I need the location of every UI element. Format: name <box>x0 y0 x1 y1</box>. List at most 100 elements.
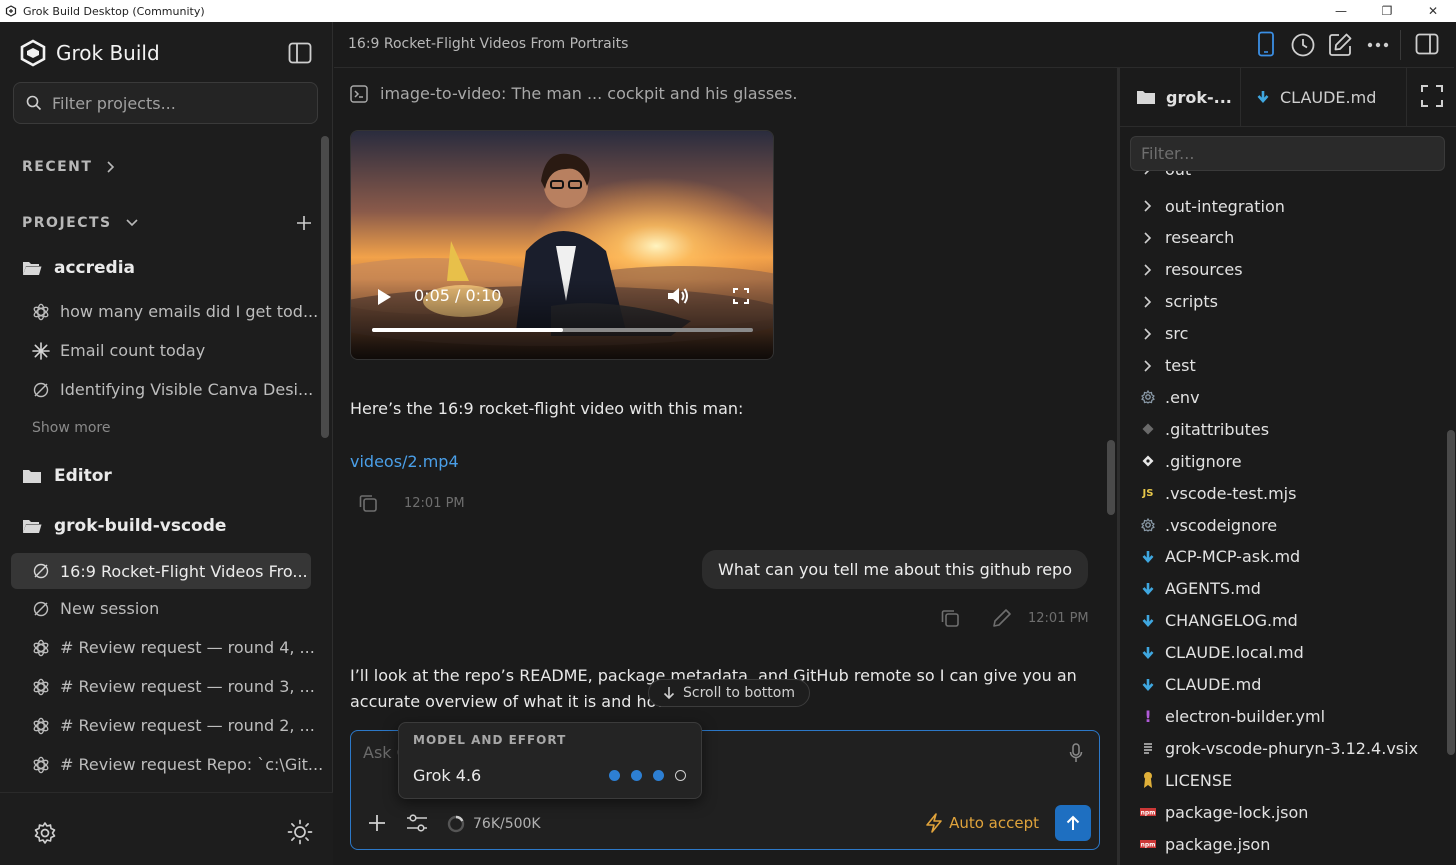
tree-file[interactable]: LICENSE <box>1138 766 1232 794</box>
tree-folder[interactable]: out-integration <box>1138 192 1285 220</box>
tree-file[interactable]: AGENTS.md <box>1138 575 1261 603</box>
play-icon[interactable] <box>376 288 392 306</box>
expand-panel-button[interactable] <box>1421 85 1443 107</box>
user-message-meta: 12:01 PM <box>940 608 1089 628</box>
effort-dot[interactable] <box>653 770 664 781</box>
tree-file[interactable]: .gitignore <box>1138 447 1242 475</box>
tree-file[interactable]: CHANGELOG.md <box>1138 607 1298 635</box>
grok-logo-icon <box>5 5 17 17</box>
video-progress-track[interactable] <box>372 328 753 332</box>
projects-section[interactable]: PROJECTS <box>22 215 138 231</box>
tree-folder[interactable]: resources <box>1138 256 1243 284</box>
session-item-active[interactable]: 16:9 Rocket-Flight Videos Fro... <box>11 553 311 589</box>
effort-dot[interactable] <box>631 770 642 781</box>
project-filter-input[interactable]: Filter projects... <box>13 82 318 124</box>
tab-claude-md[interactable]: CLAUDE.md <box>1256 68 1376 126</box>
project-name: grok-build-vscode <box>54 516 227 536</box>
mic-icon[interactable] <box>1069 743 1083 763</box>
minimize-button[interactable]: — <box>1318 0 1364 22</box>
copy-icon[interactable] <box>358 493 378 513</box>
project-grok-build-vscode[interactable]: grok-build-vscode <box>22 516 226 536</box>
sliders-icon[interactable] <box>406 813 428 833</box>
tree-file[interactable]: npm package-lock.json <box>1138 798 1308 826</box>
chevron-right-icon <box>1138 324 1158 344</box>
maximize-button[interactable]: ❐ <box>1364 0 1410 22</box>
scroll-to-bottom-button[interactable]: Scroll to bottom <box>648 679 810 707</box>
tab-label: CLAUDE.md <box>1280 87 1377 107</box>
new-chat-button[interactable] <box>1327 32 1353 58</box>
copy-icon[interactable] <box>940 608 960 628</box>
terminal-icon <box>350 84 368 103</box>
fullscreen-icon[interactable] <box>733 288 749 304</box>
chat-scrollbar[interactable] <box>1107 440 1115 515</box>
auto-accept-toggle[interactable]: Auto accept <box>925 813 1039 833</box>
effort-dot[interactable] <box>675 770 686 781</box>
add-project-button[interactable] <box>296 215 312 231</box>
tree-file[interactable]: .vscodeignore <box>1138 511 1277 539</box>
settings-button[interactable] <box>33 821 57 845</box>
session-item[interactable]: Identifying Visible Canva Desi... <box>32 380 313 399</box>
tree-folder[interactable]: research <box>1138 224 1234 252</box>
gear-icon <box>33 821 57 845</box>
tree-file[interactable]: .gitattributes <box>1138 415 1269 443</box>
project-accredia[interactable]: accredia <box>22 258 135 278</box>
session-icon <box>32 381 50 399</box>
grok-logo-icon <box>20 39 46 67</box>
effort-dot[interactable] <box>609 770 620 781</box>
video-player[interactable]: 0:05 / 0:10 <box>350 130 774 360</box>
sidebar-scrollbar[interactable] <box>321 136 329 438</box>
file-lines-icon <box>1138 738 1158 758</box>
context-ring-icon <box>447 815 465 833</box>
chevron-right-icon <box>106 161 116 173</box>
tree-file[interactable]: ! electron-builder.yml <box>1138 702 1325 730</box>
recent-section[interactable]: RECENT <box>22 159 116 175</box>
session-item[interactable]: # Review request — round 4, ... <box>32 638 315 657</box>
tree-file[interactable]: grok-vscode-phuryn-3.12.4.vsix <box>1138 734 1418 762</box>
search-icon <box>26 95 42 111</box>
tree-folder[interactable]: scripts <box>1138 288 1218 316</box>
mobile-view-button[interactable] <box>1257 31 1275 57</box>
video-progress-fill <box>372 328 563 332</box>
video-file-link[interactable]: videos/2.mp4 <box>350 452 459 471</box>
tree-file[interactable]: CLAUDE.md <box>1138 671 1261 699</box>
pencil-icon[interactable] <box>992 608 1012 628</box>
file-filter-input[interactable]: Filter... <box>1130 136 1445 171</box>
session-item[interactable]: Email count today <box>32 341 205 360</box>
theme-toggle-button[interactable] <box>287 819 313 845</box>
show-more-link[interactable]: Show more <box>32 420 111 436</box>
model-name[interactable]: Grok 4.6 <box>413 766 481 785</box>
sidebar: Grok Build Filter projects... RECENT PRO… <box>0 22 333 865</box>
tool-call-line: image-to-video: The man ... cockpit and … <box>350 84 797 103</box>
session-item[interactable]: how many emails did I get tod... <box>32 302 318 321</box>
volume-icon[interactable] <box>667 286 689 306</box>
project-editor[interactable]: Editor <box>22 466 112 486</box>
tree-file[interactable]: ACP-MCP-ask.md <box>1138 543 1300 571</box>
sidebar-toggle-icon[interactable] <box>288 42 312 64</box>
history-button[interactable] <box>1290 32 1316 58</box>
session-item[interactable]: # Review request — round 3, ... <box>32 677 315 696</box>
toggle-right-panel-button[interactable] <box>1415 33 1439 55</box>
openai-icon <box>32 717 50 735</box>
close-button[interactable]: ✕ <box>1410 0 1456 22</box>
header-divider <box>1400 30 1401 60</box>
session-item[interactable]: New session <box>32 599 159 618</box>
session-item[interactable]: # Review request — round 2, ... <box>32 716 315 735</box>
tree-file[interactable]: .env <box>1138 383 1200 411</box>
tree-file[interactable]: CLAUDE.local.md <box>1138 639 1304 667</box>
folder-open-icon <box>22 518 42 534</box>
send-button[interactable] <box>1055 805 1091 841</box>
tree-file[interactable]: npm package.json <box>1138 830 1270 858</box>
tree-folder[interactable]: test <box>1138 352 1196 380</box>
more-options-button[interactable] <box>1367 42 1389 48</box>
plus-icon[interactable] <box>367 813 387 833</box>
edit-icon <box>1327 32 1353 58</box>
tree-file[interactable]: JS .vscode-test.mjs <box>1138 479 1297 507</box>
tree-folder[interactable]: src <box>1138 320 1188 348</box>
file-tree-scrollbar[interactable] <box>1447 430 1455 755</box>
session-item[interactable]: # Review request Repo: `c:\Git... <box>32 755 323 774</box>
tab-file-tree[interactable]: grok-... <box>1136 68 1232 126</box>
tabs-border <box>1120 126 1456 127</box>
mobile-icon <box>1257 31 1275 57</box>
video-time: 0:05 / 0:10 <box>414 286 502 305</box>
arrow-up-icon <box>1066 815 1080 831</box>
